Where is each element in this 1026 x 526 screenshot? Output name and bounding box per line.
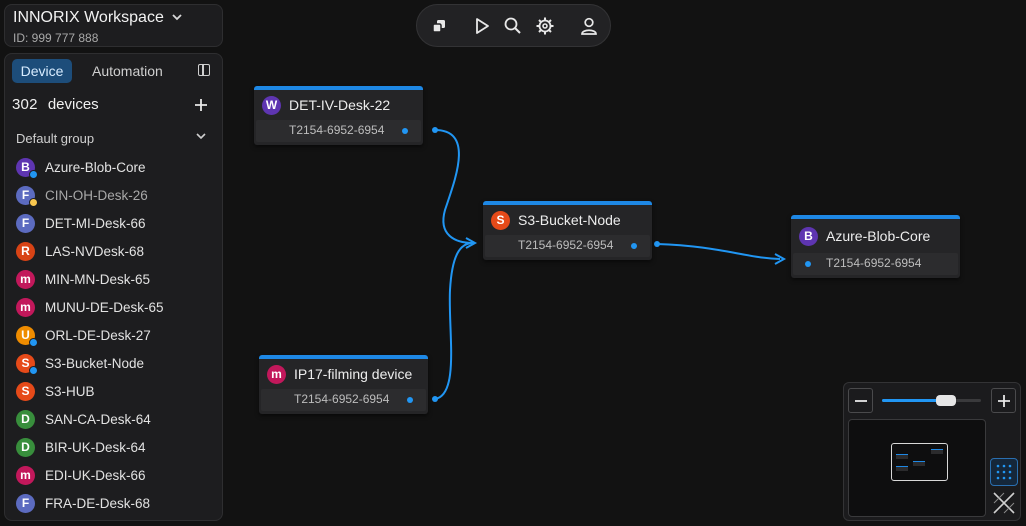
- node-avatar: S: [491, 210, 510, 230]
- minimap-node: [931, 449, 943, 454]
- port-dot: [432, 396, 438, 402]
- node-header: m IP17-filming device: [259, 359, 428, 389]
- node-header: B Azure-Blob-Core: [791, 219, 960, 253]
- zoom-in-button[interactable]: [991, 388, 1016, 413]
- minimap-node: [913, 461, 925, 466]
- connection-edge: [434, 242, 474, 400]
- port-dot: [654, 241, 660, 247]
- node-title: Azure-Blob-Core: [826, 228, 931, 244]
- device-node[interactable]: W DET-IV-Desk-22 T2154-6952-6954: [254, 86, 423, 145]
- port-dot: [432, 127, 438, 133]
- node-avatar: m: [267, 364, 286, 384]
- output-port[interactable]: [407, 397, 413, 403]
- input-port[interactable]: [805, 261, 811, 267]
- fit-view-icon[interactable]: [990, 489, 1018, 517]
- connection-edge: [656, 243, 781, 260]
- connection-edge: [434, 129, 474, 244]
- node-avatar: W: [262, 95, 281, 115]
- node-id: T2154-6952-6954: [289, 123, 385, 137]
- node-avatar: B: [799, 226, 818, 246]
- minimap-node: [896, 454, 908, 459]
- node-port-row[interactable]: T2154-6952-6954: [793, 253, 958, 275]
- grid-snap-icon[interactable]: [990, 458, 1018, 486]
- minimap-view[interactable]: [848, 419, 986, 517]
- node-port-row[interactable]: T2154-6952-6954: [256, 120, 421, 142]
- node-id: T2154-6952-6954: [518, 238, 614, 252]
- zoom-out-button[interactable]: [848, 388, 873, 413]
- device-node[interactable]: B Azure-Blob-Core T2154-6952-6954: [791, 215, 960, 278]
- device-node[interactable]: S S3-Bucket-Node T2154-6952-6954: [483, 201, 652, 260]
- output-port[interactable]: [631, 243, 637, 249]
- minimap-node: [896, 466, 908, 471]
- node-title: DET-IV-Desk-22: [289, 97, 391, 113]
- node-header: W DET-IV-Desk-22: [254, 90, 423, 120]
- node-title: IP17-filming device: [294, 366, 413, 382]
- node-header: S S3-Bucket-Node: [483, 205, 652, 235]
- node-port-row[interactable]: T2154-6952-6954: [261, 389, 426, 411]
- device-node[interactable]: m IP17-filming device T2154-6952-6954: [259, 355, 428, 414]
- node-port-row[interactable]: T2154-6952-6954: [485, 235, 650, 257]
- output-port[interactable]: [402, 128, 408, 134]
- minimap-panel: [843, 382, 1021, 521]
- node-id: T2154-6952-6954: [294, 392, 390, 406]
- zoom-slider[interactable]: [882, 395, 981, 406]
- node-title: S3-Bucket-Node: [518, 212, 621, 228]
- zoom-slider-thumb[interactable]: [936, 395, 957, 406]
- node-id: T2154-6952-6954: [826, 256, 922, 270]
